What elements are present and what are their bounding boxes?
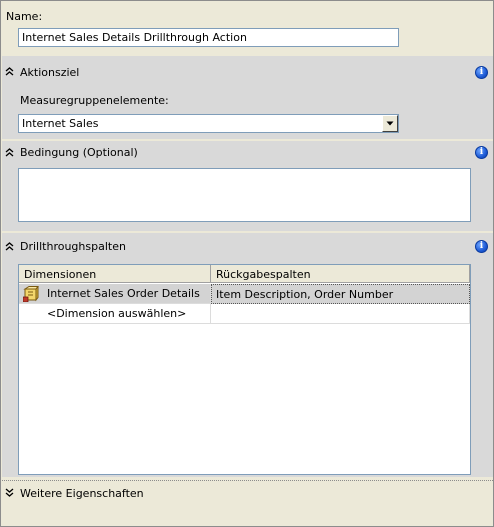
more-properties-title[interactable]: Weitere Eigenschaften — [20, 487, 144, 500]
column-header-return-columns[interactable]: Rückgabespalten — [211, 265, 470, 283]
table-row[interactable]: <Dimension auswählen> — [19, 304, 211, 324]
return-columns-cell[interactable]: Item Description, Order Number — [211, 284, 470, 304]
collapse-chevron-icon[interactable] — [5, 242, 14, 251]
return-columns-cell[interactable] — [211, 304, 470, 324]
chevron-down-icon — [386, 121, 394, 126]
measure-group-select[interactable]: Internet Sales — [18, 114, 399, 133]
dropdown-button[interactable] — [382, 115, 398, 132]
drillthrough-title: Drillthroughspalten — [20, 240, 126, 253]
dimension-cube-icon — [23, 286, 39, 302]
condition-textarea[interactable] — [18, 168, 471, 222]
expand-chevron-icon[interactable] — [5, 488, 14, 497]
column-header-dimensions[interactable]: Dimensionen — [19, 265, 211, 283]
info-icon[interactable]: i — [475, 66, 488, 79]
info-icon[interactable]: i — [475, 146, 488, 159]
action-editor-panel: Name: Internet Sales Details Drillthroug… — [0, 0, 494, 527]
collapse-chevron-icon[interactable] — [5, 67, 14, 76]
measure-group-selected: Internet Sales — [22, 117, 99, 130]
drillthrough-grid[interactable]: Dimensionen Rückgabespalten Internet Sal… — [18, 264, 471, 475]
action-target-title: Aktionsziel — [20, 66, 80, 79]
measure-group-label: Measuregruppenelemente: — [20, 94, 169, 107]
info-icon[interactable]: i — [475, 240, 488, 253]
condition-title: Bedingung (Optional) — [20, 146, 138, 159]
dimension-select-cell: <Dimension auswählen> — [47, 307, 187, 320]
name-label: Name: — [6, 10, 43, 23]
table-row[interactable]: Internet Sales Order Details — [19, 284, 211, 304]
dimension-cell: Internet Sales Order Details — [47, 287, 200, 300]
collapse-chevron-icon[interactable] — [5, 148, 14, 157]
name-input[interactable]: Internet Sales Details Drillthrough Acti… — [18, 28, 399, 47]
